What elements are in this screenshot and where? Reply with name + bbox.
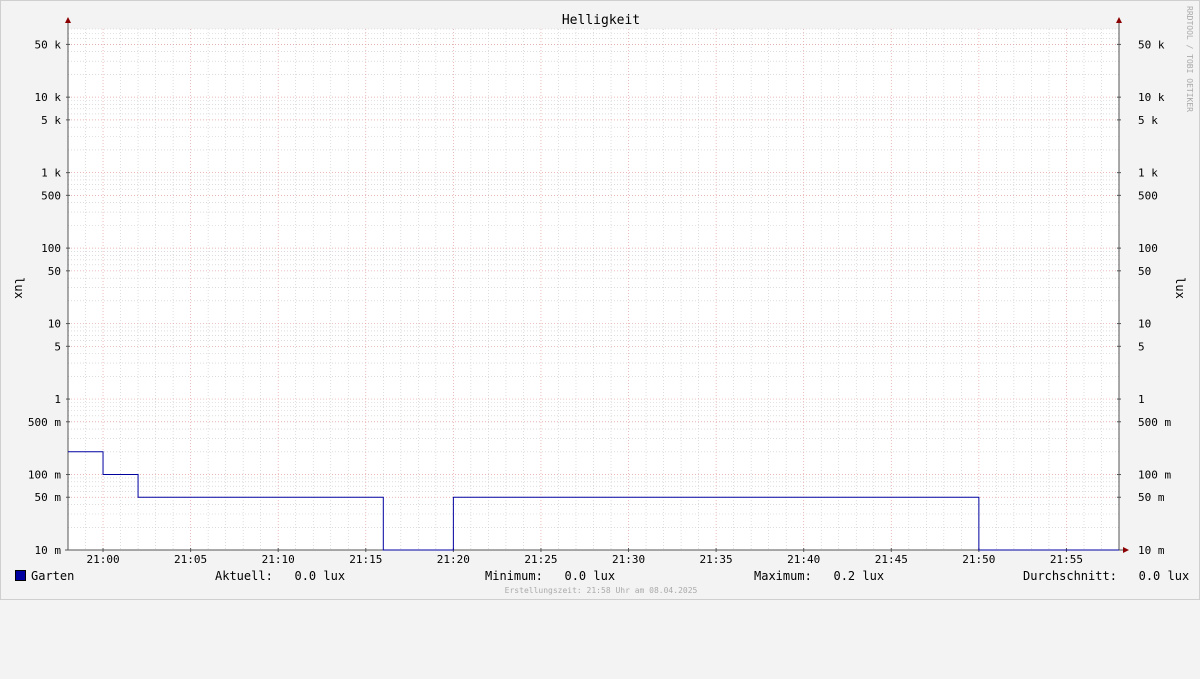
stat-minimum: Minimum: 0.0 lux: [485, 569, 615, 583]
y-tick-label: 5: [1138, 340, 1145, 353]
x-tick-labels: 21:00 21:05 21:10 21:15 21:20 21:25 21:30 21:35…: [86, 553, 1083, 566]
y-tick-label: 10 m: [1138, 544, 1165, 557]
stat-maximum: Maximum: 0.2 lux: [754, 569, 884, 583]
x-tick-label: 21:35: [700, 553, 733, 566]
y-tick-label: 100 m: [1138, 469, 1171, 482]
stat-average-label: Durchschnitt:: [1023, 569, 1117, 583]
chart-title: Helligkeit: [562, 13, 640, 28]
x-tick-label: 21:55: [1050, 553, 1083, 566]
y-tick-labels-right: 10 m 50 m 100 m 500 m 1 5 10 50 100 500 1 k 5 k 10 k…: [1138, 38, 1171, 557]
y-tick-label: 50 m: [1138, 491, 1165, 504]
y-tick-label: 1 k: [1138, 167, 1158, 180]
y-tick-label: 10: [48, 318, 61, 331]
x-tick-label: 21:25: [524, 553, 557, 566]
y-tick-label: 50 k: [1138, 38, 1165, 51]
brightness-chart: 10 m 50 m 100 m 500 m 1 5 10 50 100 500 1 k 5 k 10 k…: [12, 6, 1194, 566]
y-axis-label-right: lux: [1173, 277, 1187, 299]
legend-series-name: Garten: [31, 569, 75, 583]
x-tick-label: 21:15: [349, 553, 382, 566]
y-tick-label: 500: [41, 189, 61, 202]
y-tick-label: 50 k: [35, 38, 62, 51]
stat-current-value: 0.0 lux: [294, 569, 346, 583]
stat-minimum-label: Minimum:: [485, 569, 543, 583]
x-tick-label: 21:10: [262, 553, 295, 566]
graph-frame: 10 m 50 m 100 m 500 m 1 5 10 50 100 500 1 k 5 k 10 k…: [0, 0, 1200, 600]
x-tick-label: 21:20: [437, 553, 470, 566]
y-tick-labels-left: 10 m 50 m 100 m 500 m 1 5 10 50 100 500 1 k 5 k 10 k…: [28, 38, 61, 557]
y-tick-label: 50: [48, 265, 61, 278]
x-tick-label: 21:30: [612, 553, 645, 566]
y-tick-label: 10 k: [35, 91, 62, 104]
legend-swatch: [15, 570, 26, 581]
y-tick-label: 500 m: [28, 416, 61, 429]
y-tick-label: 100 m: [28, 469, 61, 482]
x-tick-label: 21:00: [86, 553, 119, 566]
y-axis-arrow-left: [65, 17, 71, 23]
y-tick-label: 5 k: [41, 114, 61, 127]
y-axis-label-left: lux: [12, 277, 26, 299]
stat-average: Durchschnitt: 0.0 lux: [1023, 569, 1189, 583]
y-tick-label: 5 k: [1138, 114, 1158, 127]
footer-timestamp: Erstellungszeit: 21:58 Uhr am 08.04.2025: [504, 586, 698, 595]
y-tick-label: 500: [1138, 189, 1158, 202]
x-tick-label: 21:05: [174, 553, 207, 566]
watermark: RRDTOOL / TOBI OETIKER: [1185, 6, 1194, 112]
y-tick-label: 5: [54, 340, 61, 353]
x-tick-label: 21:50: [962, 553, 995, 566]
y-tick-label: 1: [1138, 393, 1145, 406]
legend: Garten Aktuell: 0.0 lux Minimum: 0.0 lux…: [1, 567, 1200, 585]
y-tick-label: 10 k: [1138, 91, 1165, 104]
stat-maximum-value: 0.2 lux: [833, 569, 885, 583]
x-tick-label: 21:45: [875, 553, 908, 566]
y-tick-label: 50 m: [35, 491, 62, 504]
y-tick-label: 1 k: [41, 167, 61, 180]
y-tick-label: 10: [1138, 318, 1151, 331]
y-tick-label: 50: [1138, 265, 1151, 278]
stat-maximum-label: Maximum:: [754, 569, 812, 583]
y-axis-arrow-right: [1116, 17, 1122, 23]
y-tick-label: 1: [54, 393, 61, 406]
stat-current-label: Aktuell:: [215, 569, 273, 583]
x-tick-label: 21:40: [787, 553, 820, 566]
stat-minimum-value: 0.0 lux: [564, 569, 616, 583]
x-axis-arrow: [1123, 547, 1129, 553]
y-tick-label: 10 m: [35, 544, 62, 557]
y-tick-label: 100: [41, 242, 61, 255]
y-tick-label: 100: [1138, 242, 1158, 255]
stat-current: Aktuell: 0.0 lux: [215, 569, 345, 583]
y-tick-label: 500 m: [1138, 416, 1171, 429]
stat-average-value: 0.0 lux: [1138, 569, 1190, 583]
